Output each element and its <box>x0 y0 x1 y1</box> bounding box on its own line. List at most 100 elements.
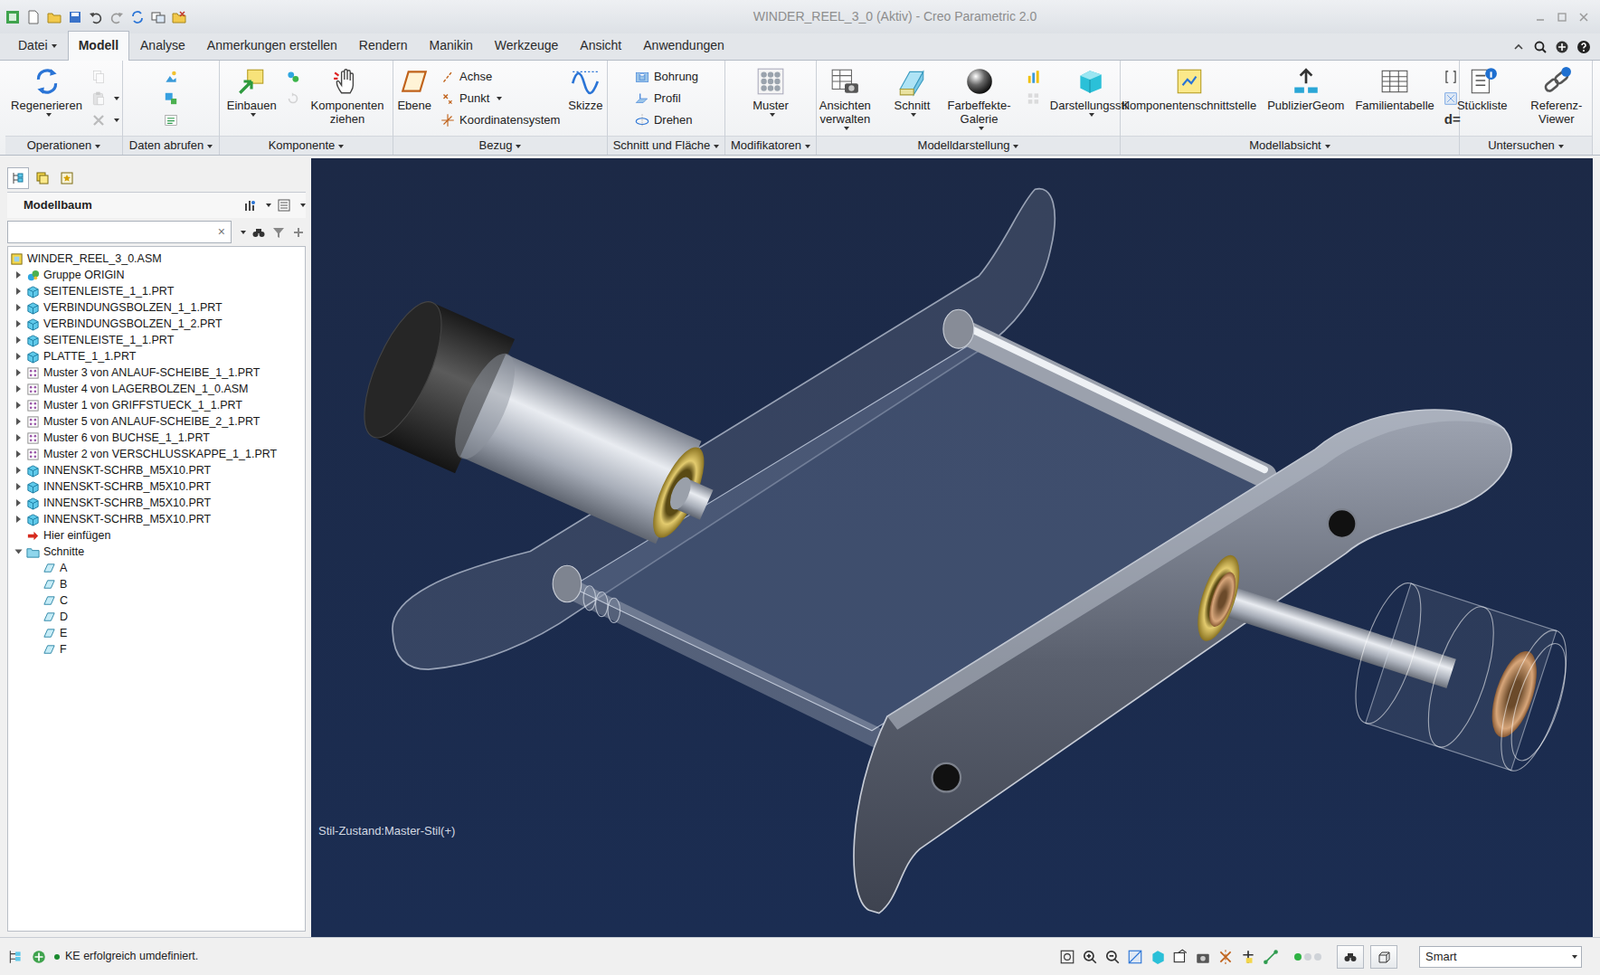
sidebar-tab[interactable] <box>56 167 78 190</box>
tree-item[interactable]: Hier einfügen <box>13 527 303 544</box>
ribbon-button-label[interactable]: Farbeffekte-Galerie <box>940 99 1018 127</box>
ribbon-small-button[interactable]: Profil <box>634 87 699 109</box>
dropdown-arrow-icon[interactable] <box>207 144 213 149</box>
tree-item-label[interactable]: INNENSKT-SCHRB_M5X10.PRT <box>43 478 211 496</box>
ribbon-group-title[interactable]: Operationen <box>27 138 93 152</box>
ribbon-tab[interactable]: Werkzeuge <box>483 30 570 60</box>
dropdown-arrow-icon[interactable] <box>769 113 776 117</box>
ribbon-group-label[interactable]: Modellabsicht <box>1120 135 1459 155</box>
tree-item-label[interactable]: B <box>59 576 67 594</box>
ribbon-group-title[interactable]: Komponente <box>268 138 336 152</box>
save-icon[interactable] <box>67 9 83 25</box>
tree-item-label[interactable]: VERBINDUNGSBOLZEN_1_2.PRT <box>43 315 223 333</box>
ribbon-small-button[interactable] <box>284 66 302 87</box>
ribbon-tab[interactable]: Anwendungen <box>632 30 736 60</box>
ribbon-button[interactable]: Referenz-Viewer <box>1515 64 1599 129</box>
tree-item-label[interactable]: Hier einfügen <box>43 527 111 545</box>
tree-item-label[interactable]: SEITENLEISTE_1_1.PRT <box>43 283 174 301</box>
dropdown-arrow-icon[interactable] <box>843 126 850 131</box>
ribbon-group-label[interactable]: Bezug <box>393 135 607 155</box>
dropdown-arrow-icon[interactable] <box>804 144 811 149</box>
ribbon-small-button[interactable] <box>90 87 120 109</box>
tree-item-label[interactable]: SEITENLEISTE_1_1.PRT <box>43 331 174 350</box>
windows-icon[interactable] <box>151 9 166 25</box>
redo-icon[interactable] <box>109 9 124 25</box>
tree-item-label[interactable]: Muster 6 von BUCHSE_1_1.PRT <box>43 429 210 447</box>
ribbon-button[interactable]: Skizze <box>565 64 606 115</box>
tree-item[interactable]: Gruppe ORIGIN <box>13 266 303 284</box>
ribbon-group-label[interactable]: Operationen <box>5 135 123 155</box>
tree-item[interactable]: Muster 3 von ANLAUF-SCHEIBE_1_1.PRT <box>13 364 303 381</box>
tree-item[interactable]: VERBINDUNGSBOLZEN_1_2.PRT <box>13 315 303 332</box>
sidebar-tab[interactable] <box>7 167 29 190</box>
graphics-viewport[interactable]: Stil-Zustand:Master-Stil(+) <box>311 158 1593 938</box>
ribbon-group-title[interactable]: Daten abrufen <box>129 138 204 152</box>
tree-item[interactable]: INNENSKT-SCHRB_M5X10.PRT <box>13 478 303 495</box>
selection-filter-value[interactable]: Smart <box>1425 947 1458 966</box>
ribbon-tab-label[interactable]: Manikin <box>429 37 474 53</box>
tree-item[interactable]: Muster 5 von ANLAUF-SCHEIBE_2_1.PRT <box>13 413 303 430</box>
tree-item[interactable]: E <box>29 624 303 642</box>
ribbon-button-label[interactable]: Komponentenschnittstelle <box>1121 99 1257 114</box>
ribbon-small-button[interactable]: Koordinatensystem <box>439 109 560 131</box>
ribbon-tab-label[interactable]: Anwendungen <box>643 37 725 53</box>
tree-item-label[interactable]: Muster 3 von ANLAUF-SCHEIBE_1_1.PRT <box>43 364 260 382</box>
expand-arrow-icon[interactable] <box>16 287 21 295</box>
tree-item-label[interactable]: Muster 1 von GRIFFSTUECK_1_1.PRT <box>43 397 243 415</box>
ribbon-group-label[interactable]: Daten abrufen <box>123 135 219 155</box>
ribbon-small-label[interactable]: Bohrung <box>653 67 699 86</box>
tree-item[interactable]: Muster 1 von GRIFFSTUECK_1_1.PRT <box>13 397 303 414</box>
dropdown-arrow-icon[interactable] <box>338 144 344 149</box>
relations-glyph[interactable]: d= <box>1442 109 1461 131</box>
ribbon-small-button[interactable] <box>1442 66 1461 87</box>
selection-filter[interactable]: Smart <box>1419 946 1582 968</box>
ribbon-button-label[interactable]: Schnitt <box>894 99 931 114</box>
ribbon-small-label[interactable]: Drehen <box>653 111 693 130</box>
tree-item-label[interactable]: WINDER_REEL_3_0.ASM <box>27 250 162 268</box>
expand-arrow-icon[interactable] <box>16 303 21 312</box>
tree-item[interactable]: WINDER_REEL_3_0.ASM <box>9 250 303 267</box>
ribbon-tab-label[interactable]: Datei <box>18 37 48 53</box>
tree-item[interactable]: VERBINDUNGSBOLZEN_1_1.PRT <box>13 299 303 316</box>
expand-arrow-icon[interactable] <box>16 515 21 523</box>
expand-arrow-icon[interactable] <box>16 450 21 458</box>
ribbon-button[interactable]: Regenerieren <box>8 64 86 119</box>
tree-item-label[interactable]: VERBINDUNGSBOLZEN_1_1.PRT <box>43 299 223 317</box>
ribbon-button[interactable]: Familientabelle <box>1352 64 1437 115</box>
dropdown-arrow-icon[interactable] <box>46 113 52 117</box>
ribbon-group-title[interactable]: Modelldarstellung <box>918 138 1011 152</box>
tree-item[interactable]: B <box>29 576 303 593</box>
expand-arrow-icon[interactable] <box>15 549 23 555</box>
ribbon-small-button[interactable]: Punkt <box>439 87 560 109</box>
maximize-icon[interactable] <box>1556 11 1568 23</box>
ribbon-button-label[interactable]: Muster <box>752 99 789 114</box>
ribbon-group-title[interactable]: Modellabsicht <box>1249 138 1322 152</box>
tree-item[interactable]: SEITENLEISTE_1_1.PRT <box>13 331 303 349</box>
expand-arrow-icon[interactable] <box>16 499 21 507</box>
sidebar-tab[interactable] <box>31 167 54 190</box>
ribbon-button[interactable]: Schnitt <box>891 64 934 119</box>
ribbon-tab-label[interactable]: Rendern <box>359 37 408 53</box>
dropdown-arrow-icon[interactable] <box>1088 113 1095 117</box>
ribbon-button[interactable]: Ebene <box>394 64 435 115</box>
ribbon-tab-label[interactable]: Analyse <box>140 37 186 53</box>
ribbon-small-button[interactable] <box>90 66 120 87</box>
ribbon-small-label[interactable]: Achse <box>459 67 493 86</box>
dropdown-arrow-icon[interactable] <box>496 96 502 101</box>
ribbon-small-button[interactable]: Achse <box>439 66 560 87</box>
tree-item[interactable]: INNENSKT-SCHRB_M5X10.PRT <box>13 494 303 512</box>
tree-item[interactable]: C <box>29 592 303 609</box>
find-button[interactable] <box>1336 945 1364 969</box>
ribbon-small-label[interactable]: Koordinatensystem <box>459 111 560 130</box>
tree-item-label[interactable]: D <box>59 608 68 626</box>
ribbon-button[interactable]: Farbeffekte-Galerie <box>937 64 1021 133</box>
ribbon-button-label[interactable]: Skizze <box>568 99 603 114</box>
ribbon-button-label[interactable]: Komponenten ziehen <box>309 99 387 127</box>
tree-item-label[interactable]: Schnitte <box>43 543 85 561</box>
ribbon-button[interactable]: Darstellungsstil <box>1047 64 1133 119</box>
expand-arrow-icon[interactable] <box>16 271 21 279</box>
ribbon-group-title[interactable]: Schnitt und Fläche <box>613 138 711 152</box>
expand-arrow-icon[interactable] <box>16 352 21 360</box>
ribbon-button-label[interactable]: Ansichten verwalten <box>806 99 884 127</box>
ribbon-group-title[interactable]: Untersuchen <box>1487 138 1555 152</box>
